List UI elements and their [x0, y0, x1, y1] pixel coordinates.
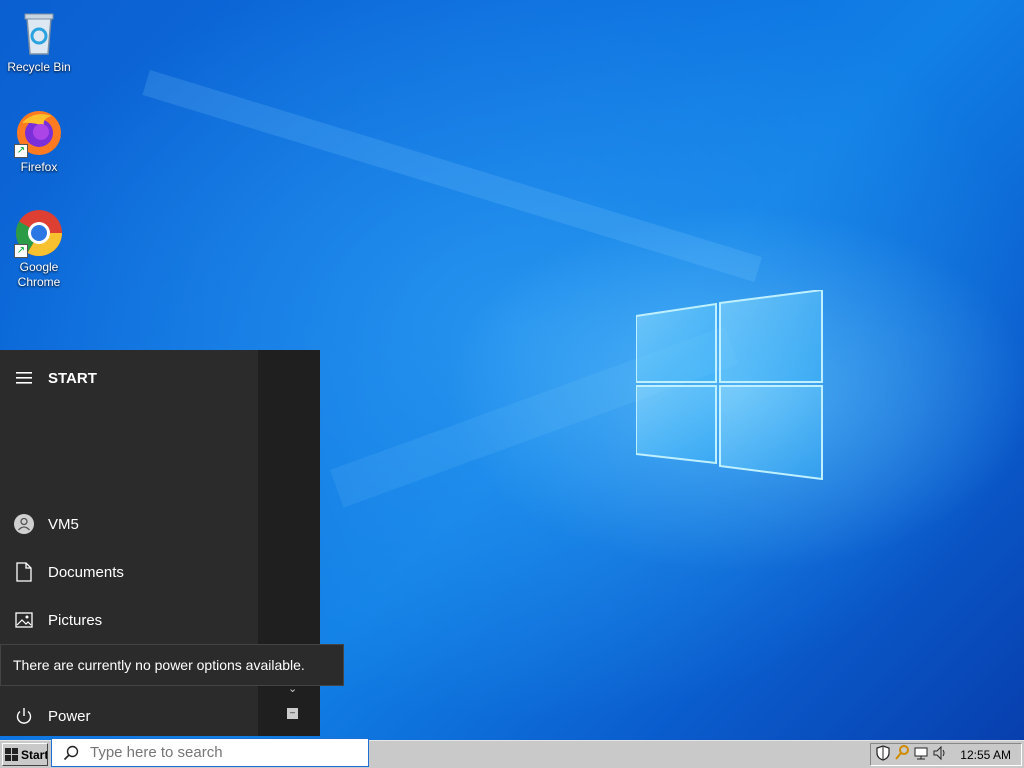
start-menu-item-label: Pictures — [48, 611, 103, 629]
clock[interactable]: 12:55 AM — [960, 748, 1021, 762]
desktop-icon-label-line1: Google — [19, 260, 59, 274]
start-menu-item-documents[interactable]: Documents — [0, 550, 258, 594]
key-icon[interactable] — [894, 745, 910, 764]
power-icon — [0, 707, 48, 725]
network-icon[interactable] — [913, 745, 929, 764]
shortcut-arrow-icon: ↗ — [14, 244, 28, 258]
start-logo-icon — [5, 747, 18, 761]
start-menu-item-power[interactable]: Power — [0, 694, 258, 738]
start-menu-item-label: VM5 — [48, 515, 79, 533]
desktop-icon-firefox[interactable]: ↗ Firefox — [0, 108, 78, 175]
windows-logo — [636, 290, 823, 480]
start-menu-header: START — [0, 362, 258, 394]
shield-icon[interactable] — [875, 745, 891, 764]
minimize-icon[interactable]: – — [287, 708, 298, 719]
start-button-label: Start — [21, 747, 48, 762]
search-icon — [52, 745, 90, 761]
recycle-bin-icon — [24, 13, 54, 55]
pictures-icon — [0, 612, 48, 628]
desktop-icon-label-line2: Chrome — [17, 275, 61, 289]
start-menu-item-pictures[interactable]: Pictures — [0, 598, 258, 642]
volume-icon[interactable] — [932, 745, 948, 764]
user-avatar-icon — [0, 513, 48, 535]
start-menu-item-user[interactable]: VM5 — [0, 502, 258, 546]
start-menu-item-label: Power — [48, 707, 91, 725]
light-beam — [142, 70, 763, 282]
desktop-icon-chrome[interactable]: ↗ Google Chrome — [0, 208, 78, 290]
search-input[interactable] — [90, 744, 350, 761]
start-menu-title: START — [48, 369, 97, 387]
desktop-icon-recycle-bin[interactable]: Recycle Bin — [0, 8, 78, 75]
hamburger-menu-icon[interactable] — [0, 362, 48, 394]
power-tooltip: There are currently no power options ava… — [0, 644, 344, 686]
document-icon — [0, 562, 48, 582]
start-button[interactable]: Start — [2, 743, 48, 766]
desktop-icon-label: Firefox — [20, 160, 58, 174]
desktop-icon-label: Recycle Bin — [7, 60, 71, 74]
taskbar-search-box[interactable] — [51, 738, 369, 767]
system-tray: 12:55 AM — [870, 743, 1022, 766]
start-menu-item-label: Documents — [48, 563, 124, 581]
taskbar: Start 12:55 AM — [0, 738, 1024, 768]
shortcut-arrow-icon: ↗ — [14, 144, 28, 158]
